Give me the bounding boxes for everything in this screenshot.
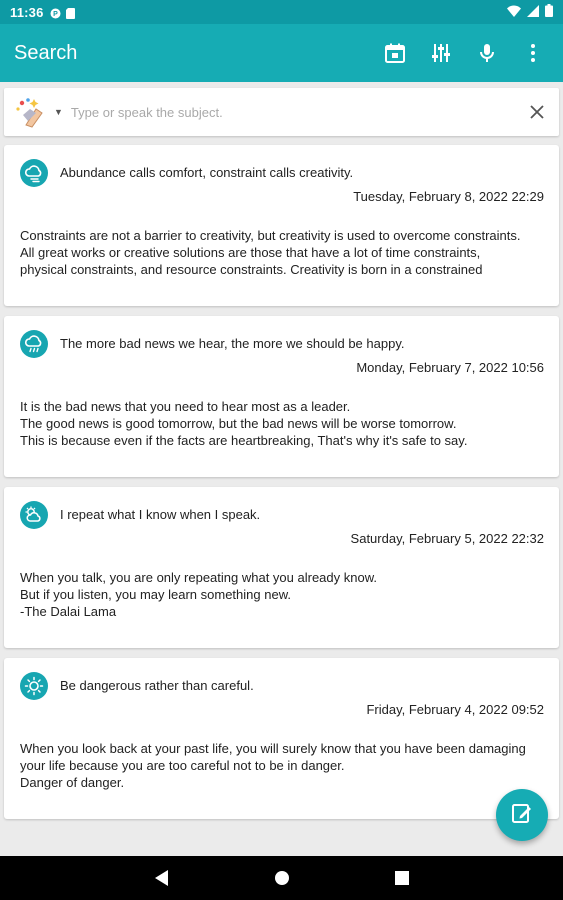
list-item[interactable]: Be dangerous rather than careful. Friday…: [4, 658, 559, 819]
entry-body: When you look back at your past life, yo…: [20, 741, 526, 790]
more-vert-icon[interactable]: [521, 41, 545, 65]
search-input[interactable]: [70, 104, 527, 120]
cloud-wind-icon: [20, 159, 48, 187]
entry-title: Abundance calls comfort, constraint call…: [60, 165, 354, 180]
status-time: 11:36: [10, 4, 44, 20]
wifi-icon: [507, 5, 521, 20]
cloud-rain-icon: [20, 330, 48, 358]
app-bar: Search: [0, 24, 563, 82]
home-icon[interactable]: [271, 867, 293, 889]
entry-body: Constraints are not a barrier to creativ…: [20, 228, 521, 277]
battery-icon: [545, 4, 553, 20]
search-bar: ▼: [4, 88, 559, 136]
entry-title: Be dangerous rather than careful.: [60, 678, 254, 693]
entry-date: Tuesday, February 8, 2022 22:29: [353, 189, 544, 204]
mic-icon[interactable]: [475, 41, 499, 65]
list-item[interactable]: I repeat what I know when I speak. Satur…: [4, 487, 559, 648]
entry-body: It is the bad news that you need to hear…: [20, 399, 468, 448]
edit-icon: [510, 801, 534, 830]
entry-title: The more bad news we hear, the more we s…: [60, 336, 405, 351]
entry-body: When you talk, you are only repeating wh…: [20, 570, 377, 619]
list-item[interactable]: Abundance calls comfort, constraint call…: [4, 145, 559, 306]
calendar-icon[interactable]: [383, 41, 407, 65]
signal-icon: [527, 4, 539, 20]
chevron-down-icon[interactable]: ▼: [54, 107, 63, 117]
entry-title: I repeat what I know when I speak.: [60, 507, 261, 522]
sun-icon: [20, 672, 48, 700]
system-nav-bar: [0, 856, 563, 900]
back-icon[interactable]: [151, 867, 173, 889]
new-entry-button[interactable]: [496, 789, 548, 841]
tune-icon[interactable]: [429, 41, 453, 65]
subject-category-icon[interactable]: [14, 95, 48, 129]
svg-text:P: P: [53, 11, 58, 18]
partly-cloudy-icon: [20, 501, 48, 529]
notification-icon: P: [50, 7, 61, 19]
entry-date: Monday, February 7, 2022 10:56: [356, 360, 544, 375]
recents-icon[interactable]: [391, 867, 413, 889]
entry-date: Saturday, February 5, 2022 22:32: [350, 531, 544, 546]
sd-card-icon: [65, 7, 76, 19]
list-item[interactable]: The more bad news we hear, the more we s…: [4, 316, 559, 477]
page-title: Search: [14, 41, 78, 64]
entry-date: Friday, February 4, 2022 09:52: [366, 702, 544, 717]
close-icon[interactable]: [527, 102, 547, 122]
status-bar: 11:36 P: [0, 0, 563, 24]
